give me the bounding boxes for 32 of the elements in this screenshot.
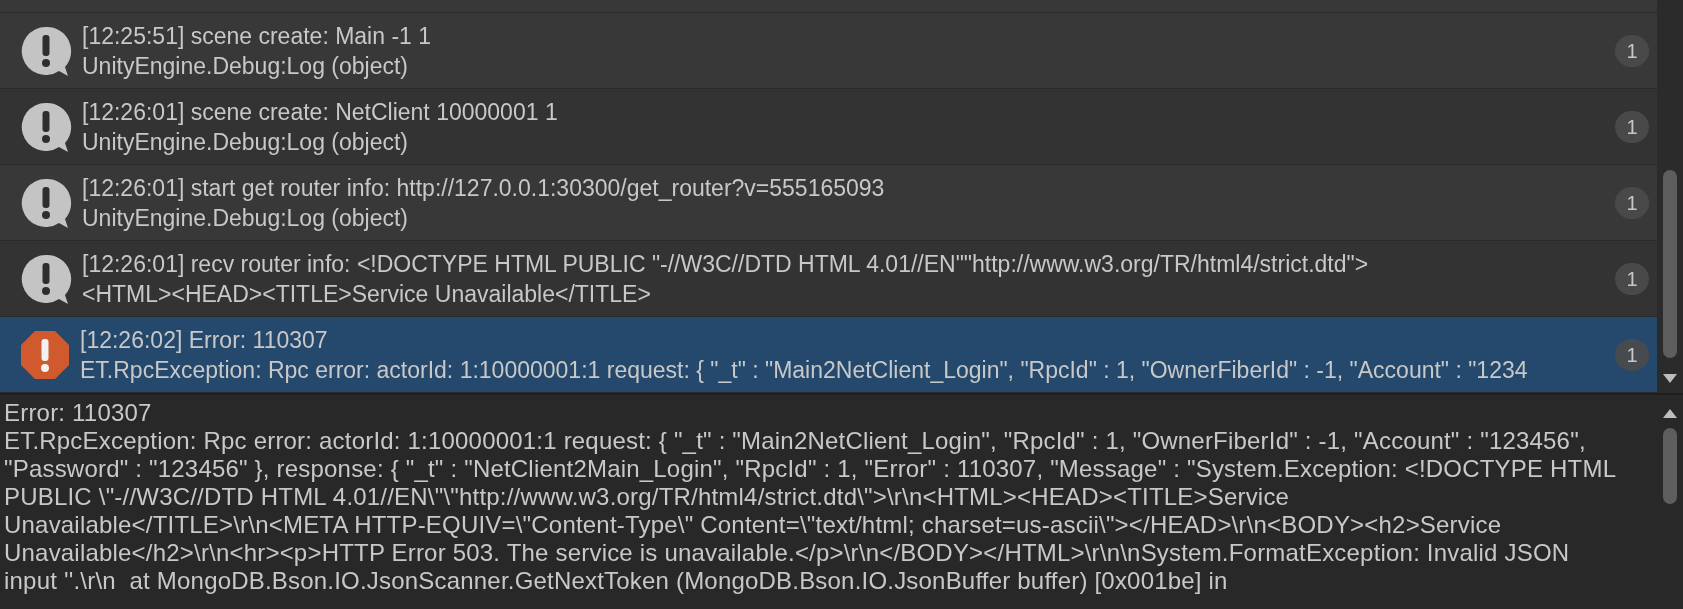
log-message: [12:26:01] scene create: NetClient 10000001 1 [82, 97, 558, 127]
log-detail: <HTML><HEAD><TITLE>Service Unavailable</TITLE> [82, 279, 652, 309]
count-badge: 1 [1615, 263, 1649, 295]
log-detail: UnityEngine.Debug:Log (object) [82, 203, 410, 233]
log-entry[interactable]: [12:26:02] Error: 110307 ET.RpcException: Rpc error: actorId: 1:10000001:1 request: { "_t" : "Main2NetClient_Login", "RpcId" : 1, "OwnerFiberId" : -1, "Account" : "1234 1 [0, 317, 1657, 393]
log-message: [12:26:01] start get router info: http://127.0.0.1:30300/get_router?v=555165093 [82, 173, 885, 203]
details-line: ET.RpcException: Rpc error: actorId: 1:10000001:1 request: { "_t" : "Main2NetClient_Login", "RpcId" : 1, "OwnerFiberId" : -1, "Account" : "123456", [4, 427, 1587, 455]
details-line: Error: 110307 [4, 399, 153, 427]
scroll-up-icon[interactable] [1663, 409, 1677, 418]
count-badge: 1 [1615, 187, 1649, 219]
log-entry[interactable]: [12:26:01] recv router info: <!DOCTYPE HTML PUBLIC "-//W3C//DTD HTML 4.01//EN""http://www.w3.org/TR/html4/strict.dtd"> <HTML><HEAD><TITLE>Service Unavailable</TITLE> 1 [0, 241, 1657, 317]
count-badge: 1 [1615, 339, 1649, 371]
log-detail: UnityEngine.Debug:Log (object) [82, 51, 410, 81]
log-entry[interactable]: [12:25:51] scene create: Main -1 1 UnityEngine.Debug:Log (object) 1 [0, 13, 1657, 89]
scrollbar-thumb[interactable] [1663, 428, 1677, 504]
details-line: input ''.\r\n at MongoDB.Bson.IO.JsonScanner.GetNextToken (MongoDB.Bson.IO.JsonBuffer buffer) [0x001be] in [4, 567, 1229, 595]
log-entry[interactable]: [12:26:01] start get router info: http://127.0.0.1:30300/get_router?v=555165093 UnityEngine.Debug:Log (object) 1 [0, 165, 1657, 241]
log-message: [12:25:51] scene create: Main -1 1 [82, 21, 432, 51]
log-message: [12:26:01] recv router info: <!DOCTYPE HTML PUBLIC "-//W3C//DTD HTML 4.01//EN""http://www.w3.org/TR/html4/strict.dtd"> [82, 249, 1369, 279]
count-badge: 1 [1615, 35, 1649, 67]
log-detail: UnityEngine.Debug:Log (object) [82, 127, 410, 157]
error-icon [19, 328, 71, 381]
log-message: [12:26:02] Error: 110307 [80, 325, 329, 355]
details-line: "Password" : "123456" }, response: { "_t" : "NetClient2Main_Login", "RpcId" : 1, "Error" : 110307, "Message" : "System.Exception: <!DOCTYPE HTML [4, 455, 1618, 483]
log-entry[interactable]: [12:26:01] scene create: NetClient 10000001 1 UnityEngine.Debug:Log (object) 1 [0, 89, 1657, 165]
count-badge: 1 [1615, 111, 1649, 143]
details-line: Unavailable</TITLE>\r\n<META HTTP-EQUIV=\"Content-Type\" Content=\"text/html; charset=us-ascii\"></HEAD>\r\n<BODY><h2>Service [4, 511, 1503, 539]
log-detail: ET.RpcException: Rpc error: actorId: 1:10000001:1 request: { "_t" : "Main2NetClient_Login", "RpcId" : 1, "OwnerFiberId" : -1, "Account" : "1234 [80, 355, 1528, 385]
scrollbar-thumb[interactable] [1663, 170, 1677, 358]
scroll-down-icon[interactable] [1663, 374, 1677, 383]
details-line: PUBLIC \"-//W3C//DTD HTML 4.01//EN\"\"http://www.w3.org/TR/html4/strict.dtd\">\r\n<HTML><HEAD><TITLE>Service [4, 483, 1291, 511]
details-line: Unavailable</h2>\r\n<hr><p>HTTP Error 503. The service is unavailable.</p>\r\n</BODY></HTML>\r\n\nSystem.FormatException: Invalid JSON [4, 539, 1571, 567]
